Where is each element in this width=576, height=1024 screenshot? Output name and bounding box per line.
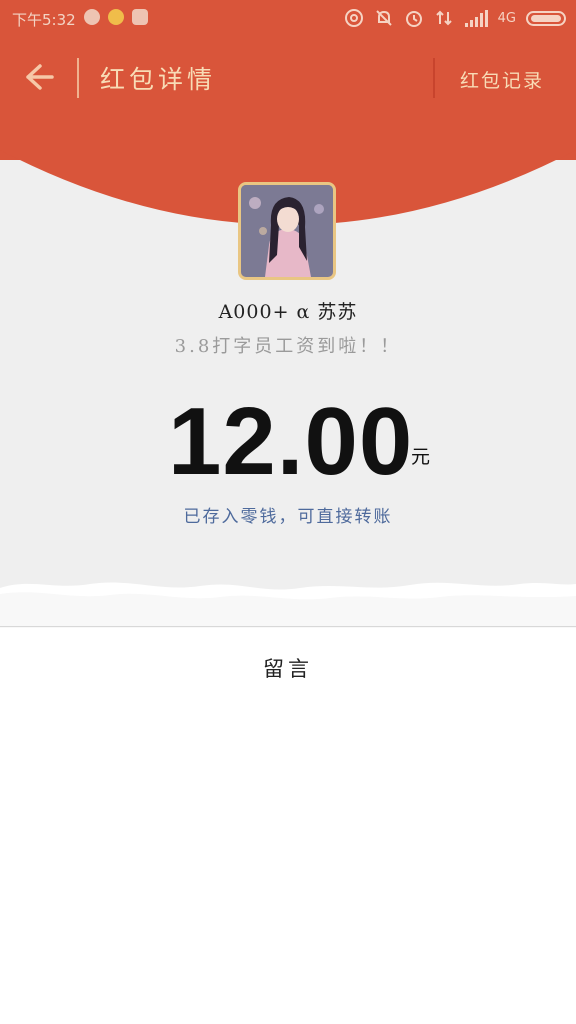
red-packet-detail-screen: 下午5:32 4G 红包详情 红包记录 A000+ α 苏苏 3.8打字员工资到… — [0, 0, 576, 1024]
amount-block: 12.00 元 — [0, 392, 576, 492]
data-transfer-icon — [435, 10, 452, 26]
torn-paper-edge — [0, 582, 576, 628]
amount-value: 12.00 — [168, 388, 414, 495]
sender-avatar[interactable] — [238, 182, 336, 280]
battery-icon — [526, 10, 566, 26]
system-icons: 4G — [344, 8, 566, 28]
arrow-left-icon[interactable] — [22, 60, 56, 94]
sender-name: A000+ α 苏苏 — [218, 301, 358, 323]
nav-bar: 红包详情 红包记录 — [0, 38, 576, 118]
message-section-title: 留言 — [263, 657, 313, 681]
alarm-icon — [405, 11, 422, 27]
status-time: 下午5:32 — [12, 11, 76, 29]
app-notification-icon — [132, 9, 148, 25]
section-divider — [0, 626, 576, 627]
red-packet-memo: 3.8打字员工资到啦！！ — [174, 336, 402, 357]
app-notification-icon — [108, 9, 124, 25]
hotspot-icon — [344, 9, 363, 27]
signal-icon — [464, 10, 488, 27]
avatar-photo — [241, 185, 333, 277]
balance-link[interactable]: 已存入零钱，可直接转账 — [0, 502, 576, 527]
network-type: 4G — [497, 10, 516, 26]
app-notification-icon — [84, 9, 100, 25]
amount-unit: 元 — [411, 446, 431, 468]
mute-icon — [375, 10, 392, 26]
nav-divider — [77, 58, 79, 98]
nav-divider — [433, 58, 435, 98]
status-bar: 下午5:32 4G — [0, 0, 576, 38]
red-packet-records-link[interactable]: 红包记录 — [460, 66, 544, 93]
notification-icons — [84, 9, 148, 25]
page-title: 红包详情 — [100, 65, 217, 94]
